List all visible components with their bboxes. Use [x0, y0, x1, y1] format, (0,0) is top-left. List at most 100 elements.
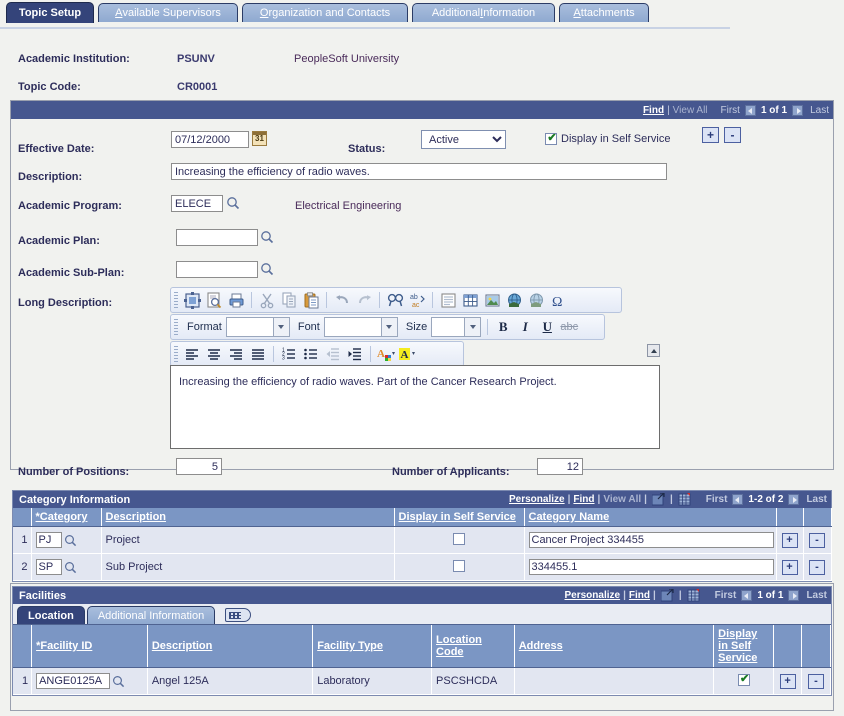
unlink-icon[interactable] [525, 289, 547, 311]
first-label[interactable]: First [715, 590, 737, 601]
category-lookup-icon[interactable] [64, 561, 77, 574]
strikethrough-icon[interactable]: abc [558, 316, 580, 338]
align-left-icon[interactable] [181, 343, 203, 365]
previous-page-arrow[interactable] [732, 494, 743, 505]
redo-icon[interactable] [353, 289, 375, 311]
download-excel-icon[interactable] [678, 493, 691, 506]
align-center-icon[interactable] [203, 343, 225, 365]
next-page-arrow[interactable] [788, 494, 799, 505]
copy-icon[interactable] [278, 289, 300, 311]
view-all-link[interactable]: View All [603, 494, 641, 505]
undo-icon[interactable] [331, 289, 353, 311]
link-icon[interactable] [503, 289, 525, 311]
numbered-list-icon[interactable]: 123 [278, 343, 300, 365]
academic-program-input[interactable] [171, 195, 223, 212]
number-of-applicants-input[interactable] [537, 458, 583, 475]
replace-icon[interactable]: abac [406, 289, 428, 311]
tab-attachments[interactable]: Attachments [559, 3, 649, 22]
category-input[interactable] [36, 532, 62, 548]
print-icon[interactable] [225, 289, 247, 311]
delete-row-button[interactable]: - [808, 674, 824, 689]
last-label[interactable]: Last [806, 590, 827, 601]
category-lookup-icon[interactable] [64, 534, 77, 547]
preview-icon[interactable] [203, 289, 225, 311]
academic-program-lookup-icon[interactable] [226, 196, 240, 210]
find-link[interactable]: Find [643, 105, 664, 116]
subtab-additional-information[interactable]: Additional Information [87, 606, 215, 624]
subtab-location[interactable]: Location [17, 606, 85, 624]
source-icon[interactable] [181, 289, 203, 311]
size-combo[interactable] [431, 317, 481, 337]
special-char-icon[interactable]: Ω [547, 289, 569, 311]
long-description-body[interactable]: Increasing the efficiency of radio waves… [170, 365, 660, 449]
first-label[interactable]: First [706, 494, 728, 505]
background-color-icon[interactable]: A [397, 343, 419, 365]
category-input[interactable] [36, 559, 62, 575]
find-link[interactable]: Find [573, 494, 594, 505]
editor-scroll-up-button[interactable] [647, 344, 660, 357]
facility-id-input[interactable] [36, 673, 110, 689]
text-color-icon[interactable]: A [375, 343, 397, 365]
paste-icon[interactable] [300, 289, 322, 311]
tab-topic-setup[interactable]: Topic Setup [6, 2, 94, 23]
delete-row-button[interactable]: - [809, 560, 825, 575]
description-input[interactable] [171, 163, 667, 180]
image-icon[interactable] [481, 289, 503, 311]
outdent-icon[interactable] [322, 343, 344, 365]
tab-available-supervisors[interactable]: Available Supervisors [98, 3, 238, 22]
category-name-input[interactable] [529, 532, 774, 548]
show-all-columns-icon[interactable] [225, 608, 251, 622]
download-excel-icon[interactable] [687, 589, 700, 602]
personalize-link[interactable]: Personalize [509, 494, 565, 505]
table-icon[interactable] [459, 289, 481, 311]
facility-id-lookup-icon[interactable] [112, 675, 125, 688]
display-self-service-checkbox[interactable] [453, 533, 465, 545]
last-label[interactable]: Last [806, 494, 827, 505]
indent-icon[interactable] [344, 343, 366, 365]
format-combo[interactable] [226, 317, 290, 337]
add-row-button[interactable]: + [782, 533, 798, 548]
find-icon[interactable] [384, 289, 406, 311]
chevron-down-icon[interactable] [273, 318, 289, 336]
bold-icon[interactable]: B [492, 316, 514, 338]
expand-grid-icon[interactable] [661, 589, 674, 602]
view-all-link[interactable]: View All [673, 105, 708, 116]
delete-effdt-row-button[interactable]: - [724, 127, 741, 143]
tab-organization-and-contacts[interactable]: Organization and Contacts [242, 3, 408, 22]
display-self-service-checkbox[interactable] [453, 560, 465, 572]
academic-subplan-lookup-icon[interactable] [260, 262, 274, 276]
toolbar-grip[interactable] [174, 292, 178, 308]
status-select[interactable]: Active [421, 130, 506, 149]
toolbar-grip[interactable] [174, 319, 178, 335]
toolbar-grip[interactable] [174, 346, 178, 362]
template-icon[interactable] [437, 289, 459, 311]
academic-plan-input[interactable] [176, 229, 258, 246]
bulleted-list-icon[interactable] [300, 343, 322, 365]
first-label[interactable]: First [721, 105, 740, 116]
add-row-button[interactable]: + [780, 674, 796, 689]
academic-subplan-input[interactable] [176, 261, 258, 278]
add-row-button[interactable]: + [782, 560, 798, 575]
display-self-service-checkbox[interactable] [738, 674, 750, 686]
delete-row-button[interactable]: - [809, 533, 825, 548]
expand-grid-icon[interactable] [652, 493, 665, 506]
add-effdt-row-button[interactable]: + [702, 127, 719, 143]
next-page-arrow[interactable] [788, 590, 799, 601]
find-link[interactable]: Find [629, 590, 650, 601]
category-name-input[interactable] [529, 559, 774, 575]
tab-additional-information[interactable]: Additional Information [412, 3, 555, 22]
chevron-down-icon[interactable] [464, 318, 480, 336]
underline-icon[interactable]: U [536, 316, 558, 338]
justify-icon[interactable] [247, 343, 269, 365]
align-right-icon[interactable] [225, 343, 247, 365]
last-label[interactable]: Last [810, 105, 829, 116]
cut-icon[interactable] [256, 289, 278, 311]
next-row-arrow[interactable] [792, 105, 803, 116]
effective-date-input[interactable] [171, 131, 249, 148]
previous-page-arrow[interactable] [741, 590, 752, 601]
chevron-down-icon[interactable] [381, 318, 397, 336]
italic-icon[interactable]: I [514, 316, 536, 338]
number-of-positions-input[interactable] [176, 458, 222, 475]
calendar-icon[interactable]: 31 [252, 131, 267, 146]
font-combo[interactable] [324, 317, 398, 337]
